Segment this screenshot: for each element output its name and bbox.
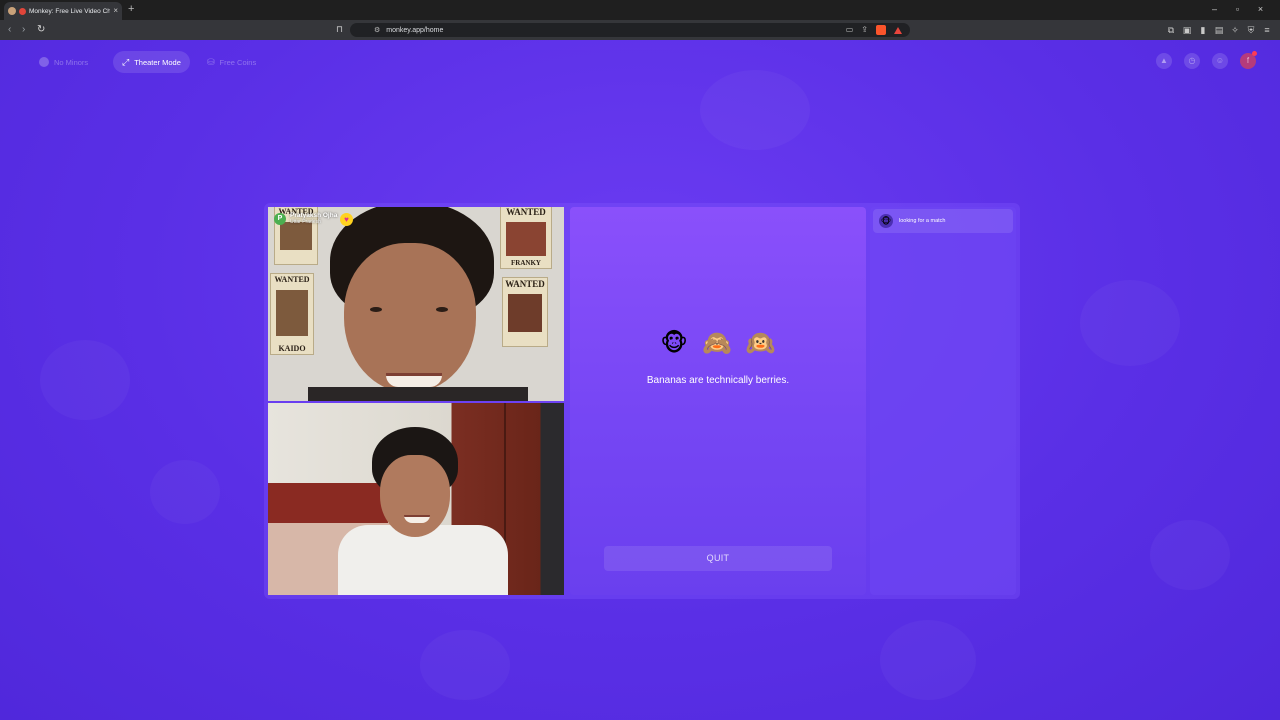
remote-user-badge[interactable]: P Pratyaksh Ojha Uttar Pradesh bbox=[274, 212, 337, 225]
poster-title: WANTED bbox=[505, 279, 545, 289]
remote-person-eye bbox=[436, 307, 448, 312]
poster-image bbox=[280, 222, 312, 250]
background-blob bbox=[1150, 520, 1230, 590]
leo-icon[interactable]: ✧ bbox=[1230, 24, 1240, 36]
browser-toolbar: ‹ › ↻ ⊓ ⚙ monkey.app/home ▭ ⇪ ⧉ ▣ ▮ ▤ ✧ … bbox=[0, 20, 1280, 40]
friends-icon[interactable]: ☺ bbox=[1212, 53, 1228, 69]
remote-person-face bbox=[344, 243, 476, 393]
no-minors-icon bbox=[39, 57, 49, 67]
site-info-icon[interactable]: ⚙ bbox=[374, 26, 380, 34]
no-minors-label: No Minors bbox=[54, 57, 89, 67]
extensions-icon[interactable]: ⧉ bbox=[1166, 24, 1176, 36]
remote-person-eye bbox=[370, 307, 382, 312]
no-minors-button[interactable]: No Minors bbox=[30, 51, 97, 73]
fun-fact-text: Bananas are technically berries. bbox=[646, 375, 790, 386]
poster-title: WANTED bbox=[274, 275, 310, 284]
wanted-poster: WANTED KAIDO bbox=[270, 273, 314, 355]
remote-video: WANTED WANTED KAIDO WANTED FRANKY WANTED bbox=[268, 207, 564, 401]
forward-icon[interactable]: › bbox=[22, 24, 25, 36]
window-controls: – ▫ × bbox=[1203, 3, 1272, 15]
browser-tab-bar: Monkey: Free Live Video Chat × + – ▫ × bbox=[0, 0, 1280, 20]
poster-image bbox=[508, 294, 542, 332]
match-status: 🐵 looking for a match bbox=[873, 209, 1013, 233]
close-window-button[interactable]: × bbox=[1249, 3, 1272, 15]
poster-image bbox=[506, 222, 546, 256]
address-bar[interactable]: ⊓ ⚙ monkey.app/home ▭ ⇪ bbox=[336, 23, 910, 37]
free-coins-button[interactable]: ⛁ Free Coins bbox=[198, 51, 265, 73]
chat-panel: 🐵 looking for a match bbox=[870, 207, 1016, 595]
recording-indicator-icon bbox=[19, 7, 26, 15]
quit-button[interactable]: QUIT bbox=[604, 546, 832, 571]
minimize-button[interactable]: – bbox=[1203, 3, 1226, 15]
sidebar-icon[interactable]: ▮ bbox=[1198, 24, 1208, 36]
monkey-page: No Minors ⤢ Theater Mode ⛁ Free Coins ▲ … bbox=[0, 40, 1280, 720]
heart-icon[interactable]: ♥ bbox=[340, 213, 353, 226]
poster-name: FRANKY bbox=[511, 259, 541, 267]
local-person-smile bbox=[404, 515, 430, 523]
theater-mode-label: Theater Mode bbox=[134, 57, 181, 67]
profile-avatar[interactable]: f bbox=[1240, 51, 1257, 69]
vpn-icon[interactable]: ⛨ bbox=[1246, 24, 1256, 36]
new-tab-button[interactable]: + bbox=[128, 4, 134, 15]
toolbar-extensions: ⧉ ▣ ▮ ▤ ✧ ⛨ ≡ bbox=[1166, 24, 1272, 36]
tab-close-icon[interactable]: × bbox=[113, 7, 118, 15]
match-panel: 🐵 🙈 🙉 Bananas are technically berries. Q… bbox=[570, 207, 866, 595]
bookmark-icon[interactable]: ⊓ bbox=[336, 24, 343, 35]
background-blob bbox=[1080, 280, 1180, 366]
cast-icon[interactable]: ▭ bbox=[846, 25, 854, 35]
poster-title: WANTED bbox=[506, 207, 546, 217]
expand-icon: ⤢ bbox=[122, 56, 130, 67]
remote-user-info: Pratyaksh Ojha Uttar Pradesh bbox=[290, 212, 337, 225]
see-no-evil-monkey-icon: 🙈 bbox=[701, 330, 732, 357]
history-icon[interactable]: ◷ bbox=[1184, 53, 1200, 69]
chat-stage: WANTED WANTED KAIDO WANTED FRANKY WANTED bbox=[264, 203, 1020, 599]
local-video bbox=[268, 403, 564, 595]
top-right-actions: ▲ ◷ ☺ f bbox=[1156, 51, 1257, 69]
remote-user-location: Uttar Pradesh bbox=[290, 219, 321, 225]
remote-user-name: Pratyaksh Ojha bbox=[290, 212, 338, 219]
local-person-face bbox=[380, 455, 450, 537]
menu-icon[interactable]: ≡ bbox=[1262, 24, 1272, 36]
background-blob bbox=[420, 630, 510, 700]
theater-mode-button[interactable]: ⤢ Theater Mode bbox=[113, 51, 190, 73]
store-icon[interactable]: ▲ bbox=[1156, 53, 1172, 69]
monkey-avatar-icon: 🐵 bbox=[879, 214, 893, 228]
background-blob bbox=[150, 460, 220, 524]
free-coins-label: Free Coins bbox=[219, 57, 257, 67]
remote-person-smile bbox=[386, 373, 442, 387]
app-top-bar: No Minors ⤢ Theater Mode ⛁ Free Coins ▲ … bbox=[0, 40, 1280, 86]
restore-button[interactable]: ▫ bbox=[1226, 3, 1249, 15]
match-status-text: looking for a match bbox=[899, 218, 946, 224]
brave-shield-icon[interactable] bbox=[876, 25, 886, 35]
background-blob bbox=[40, 340, 130, 420]
poster-name: KAIDO bbox=[278, 344, 306, 353]
remote-person-shirt bbox=[308, 387, 528, 401]
coins-icon: ⛁ bbox=[207, 56, 215, 67]
monkey-favicon-icon bbox=[8, 7, 16, 15]
monkey-emoji-row: 🐵 🙈 🙉 bbox=[570, 331, 866, 357]
poster-image bbox=[276, 290, 308, 336]
reading-list-icon[interactable]: ▣ bbox=[1182, 24, 1192, 36]
share-icon[interactable]: ⇪ bbox=[861, 25, 868, 35]
url-text: monkey.app/home bbox=[386, 26, 444, 34]
remote-user-avatar: P bbox=[274, 212, 286, 225]
hear-no-evil-monkey-icon: 🙉 bbox=[745, 330, 776, 357]
background-blob bbox=[880, 620, 976, 700]
reload-icon[interactable]: ↻ bbox=[37, 24, 45, 36]
wanted-poster: WANTED FRANKY bbox=[500, 207, 552, 269]
address-bar-actions: ▭ ⇪ bbox=[846, 25, 902, 35]
back-icon[interactable]: ‹ bbox=[8, 24, 11, 36]
wanted-poster: WANTED bbox=[502, 277, 548, 347]
tab-title: Monkey: Free Live Video Chat bbox=[29, 7, 111, 15]
brave-rewards-icon[interactable] bbox=[894, 26, 902, 34]
monkey-face-icon: 🐵 bbox=[660, 330, 688, 357]
wallet-icon[interactable]: ▤ bbox=[1214, 24, 1224, 36]
browser-tab[interactable]: Monkey: Free Live Video Chat × bbox=[4, 2, 122, 20]
